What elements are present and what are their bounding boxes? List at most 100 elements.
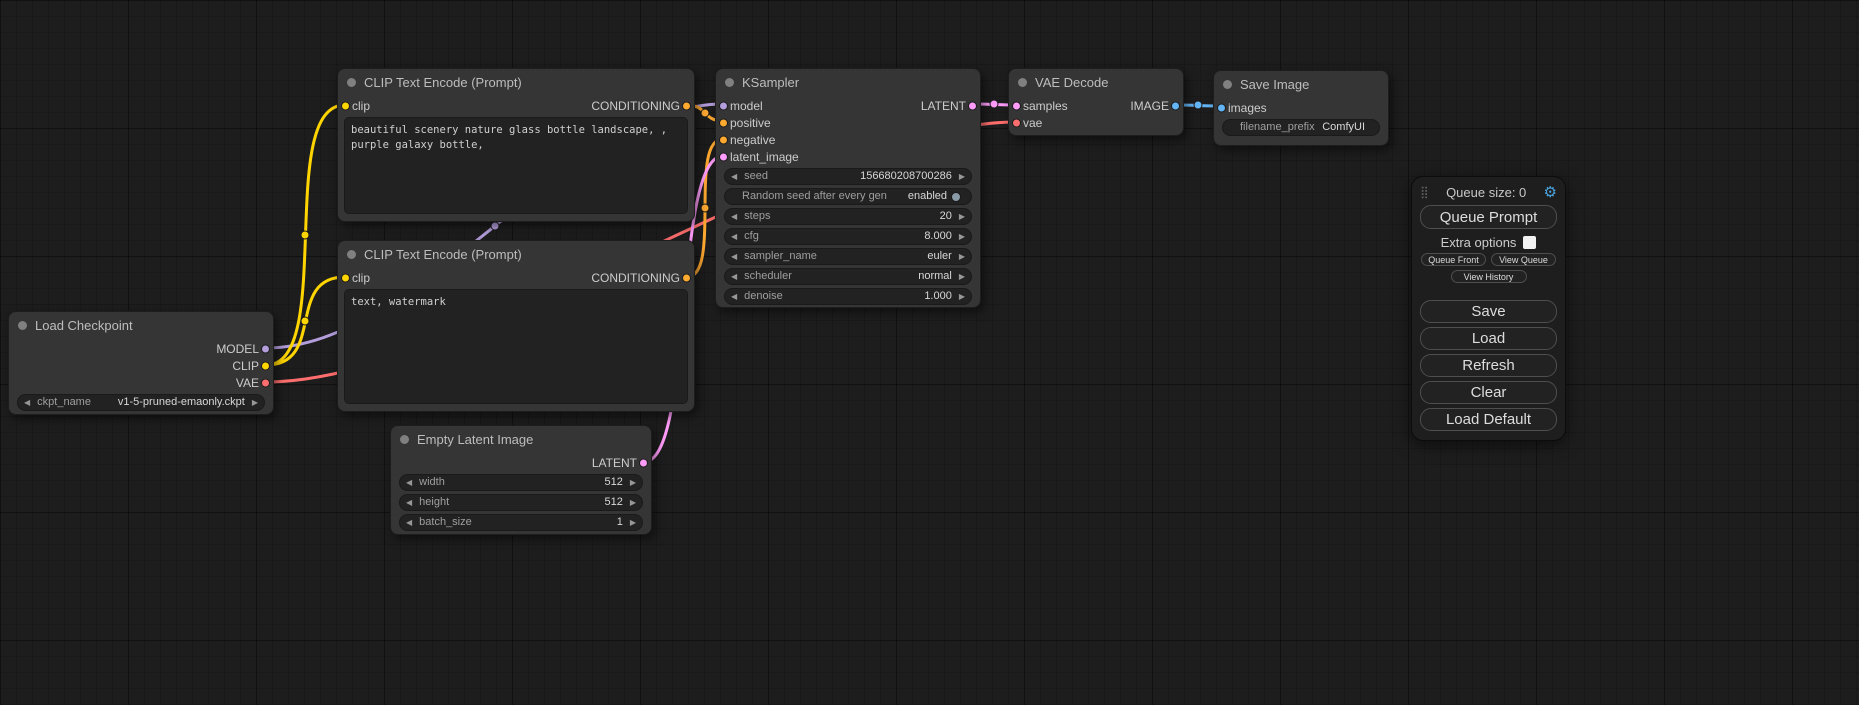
view-history-button[interactable]: View History (1451, 270, 1527, 283)
input-dot-model[interactable] (719, 101, 728, 110)
decrement-arrow-icon[interactable]: ◀ (731, 268, 737, 285)
input-dot-clip[interactable] (341, 273, 350, 282)
node-ksampler[interactable]: KSampler model LATENT positive negative … (715, 68, 981, 308)
collapse-toggle-icon[interactable] (347, 78, 356, 87)
widget-cfg[interactable]: ◀ cfg 8.000 ▶ (724, 228, 972, 245)
output-dot-conditioning[interactable] (682, 273, 691, 282)
widget-label: filename_prefix (1240, 119, 1315, 136)
seed-toggle-icon[interactable] (951, 192, 961, 202)
output-dot-clip[interactable] (261, 361, 270, 370)
input-label-latent-image: latent_image (730, 150, 799, 164)
queue-front-button[interactable]: Queue Front (1421, 253, 1486, 266)
decrement-arrow-icon[interactable]: ◀ (406, 474, 412, 491)
widget-ckpt-name[interactable]: ◀ ckpt_name v1-5-pruned-emaonly.ckpt ▶ (17, 394, 265, 411)
increment-arrow-icon[interactable]: ▶ (959, 288, 965, 305)
widget-value: enabled (908, 188, 947, 205)
node-clip-text-encode-negative[interactable]: CLIP Text Encode (Prompt) clip CONDITION… (337, 240, 695, 412)
negative-prompt-textarea[interactable]: text, watermark (344, 289, 688, 404)
increment-arrow-icon[interactable]: ▶ (959, 248, 965, 265)
widget-steps[interactable]: ◀ steps 20 ▶ (724, 208, 972, 225)
collapse-toggle-icon[interactable] (347, 250, 356, 259)
increment-arrow-icon[interactable]: ▶ (630, 474, 636, 491)
input-dot-latent-image[interactable] (719, 152, 728, 161)
view-queue-button[interactable]: View Queue (1491, 253, 1556, 266)
collapse-toggle-icon[interactable] (400, 435, 409, 444)
decrement-arrow-icon[interactable]: ◀ (731, 288, 737, 305)
clear-button[interactable]: Clear (1420, 381, 1557, 404)
decrement-arrow-icon[interactable]: ◀ (406, 514, 412, 531)
collapse-toggle-icon[interactable] (1018, 78, 1027, 87)
node-header[interactable]: Load Checkpoint (9, 312, 273, 338)
decrement-arrow-icon[interactable]: ◀ (731, 248, 737, 265)
widget-filename-prefix[interactable]: filename_prefix ComfyUI (1222, 119, 1380, 136)
input-dot-samples[interactable] (1012, 101, 1021, 110)
save-button[interactable]: Save (1420, 300, 1557, 323)
output-label: LATENT (592, 456, 637, 470)
widget-sampler-name[interactable]: ◀ sampler_name euler ▶ (724, 248, 972, 265)
widget-seed[interactable]: ◀ seed 156680208700286 ▶ (724, 168, 972, 185)
drag-handle-icon[interactable]: ⣿ (1420, 185, 1429, 199)
collapse-toggle-icon[interactable] (725, 78, 734, 87)
node-header[interactable]: CLIP Text Encode (Prompt) (338, 241, 694, 267)
decrement-arrow-icon[interactable]: ◀ (731, 168, 737, 185)
output-dot-conditioning[interactable] (682, 101, 691, 110)
increment-arrow-icon[interactable]: ▶ (959, 268, 965, 285)
input-dot-vae[interactable] (1012, 118, 1021, 127)
input-dot-clip[interactable] (341, 101, 350, 110)
node-empty-latent-image[interactable]: Empty Latent Image LATENT ◀ width 512 ▶ … (390, 425, 652, 535)
output-dot-image[interactable] (1171, 101, 1180, 110)
increment-arrow-icon[interactable]: ▶ (959, 228, 965, 245)
node-load-checkpoint[interactable]: Load Checkpoint MODEL CLIP VAE ◀ ckpt_na… (8, 311, 274, 415)
widget-scheduler[interactable]: ◀ scheduler normal ▶ (724, 268, 972, 285)
input-dot-images[interactable] (1217, 103, 1226, 112)
input-label-clip: clip (352, 271, 370, 285)
output-dot-vae[interactable] (261, 378, 270, 387)
settings-gear-icon[interactable]: ⚙ (1544, 183, 1557, 201)
extra-options-checkbox[interactable] (1523, 236, 1536, 249)
increment-arrow-icon[interactable]: ▶ (252, 394, 258, 411)
output-dot-model[interactable] (261, 344, 270, 353)
node-header[interactable]: Empty Latent Image (391, 426, 651, 452)
increment-arrow-icon[interactable]: ▶ (630, 494, 636, 511)
input-dot-negative[interactable] (719, 135, 728, 144)
node-save-image[interactable]: Save Image images filename_prefix ComfyU… (1213, 70, 1389, 146)
node-header[interactable]: Save Image (1214, 71, 1388, 97)
widget-label: Random seed after every gen (742, 188, 887, 205)
load-button[interactable]: Load (1420, 327, 1557, 350)
output-label: MODEL (216, 342, 259, 356)
decrement-arrow-icon[interactable]: ◀ (406, 494, 412, 511)
node-clip-text-encode-positive[interactable]: CLIP Text Encode (Prompt) clip CONDITION… (337, 68, 695, 222)
widget-height[interactable]: ◀ height 512 ▶ (399, 494, 643, 511)
input-slot-vae: vae (1009, 114, 1183, 131)
node-title: CLIP Text Encode (Prompt) (364, 75, 522, 90)
widget-width[interactable]: ◀ width 512 ▶ (399, 474, 643, 491)
decrement-arrow-icon[interactable]: ◀ (731, 228, 737, 245)
output-dot-latent[interactable] (968, 101, 977, 110)
node-vae-decode[interactable]: VAE Decode samples IMAGE vae (1008, 68, 1184, 136)
widget-denoise[interactable]: ◀ denoise 1.000 ▶ (724, 288, 972, 305)
load-default-button[interactable]: Load Default (1420, 408, 1557, 431)
refresh-button[interactable]: Refresh (1420, 354, 1557, 377)
widget-batch-size[interactable]: ◀ batch_size 1 ▶ (399, 514, 643, 531)
node-header[interactable]: KSampler (716, 69, 980, 95)
decrement-arrow-icon[interactable]: ◀ (24, 394, 30, 411)
widget-value: 8.000 (924, 228, 952, 245)
increment-arrow-icon[interactable]: ▶ (959, 208, 965, 225)
collapse-toggle-icon[interactable] (1223, 80, 1232, 89)
widget-value: 1.000 (924, 288, 952, 305)
node-header[interactable]: VAE Decode (1009, 69, 1183, 95)
queue-prompt-button[interactable]: Queue Prompt (1420, 205, 1557, 229)
output-label-image: IMAGE (1130, 99, 1169, 113)
widget-label: height (419, 494, 449, 511)
collapse-toggle-icon[interactable] (18, 321, 27, 330)
output-dot-latent[interactable] (639, 458, 648, 467)
input-dot-positive[interactable] (719, 118, 728, 127)
increment-arrow-icon[interactable]: ▶ (959, 168, 965, 185)
positive-prompt-textarea[interactable]: beautiful scenery nature glass bottle la… (344, 117, 688, 214)
queue-menu-panel: ⣿ Queue size: 0 ⚙ Queue Prompt Extra opt… (1411, 176, 1566, 441)
widget-random-seed-toggle[interactable]: Random seed after every gen enabled (724, 188, 972, 205)
decrement-arrow-icon[interactable]: ◀ (731, 208, 737, 225)
input-label-vae: vae (1023, 116, 1042, 130)
node-header[interactable]: CLIP Text Encode (Prompt) (338, 69, 694, 95)
increment-arrow-icon[interactable]: ▶ (630, 514, 636, 531)
